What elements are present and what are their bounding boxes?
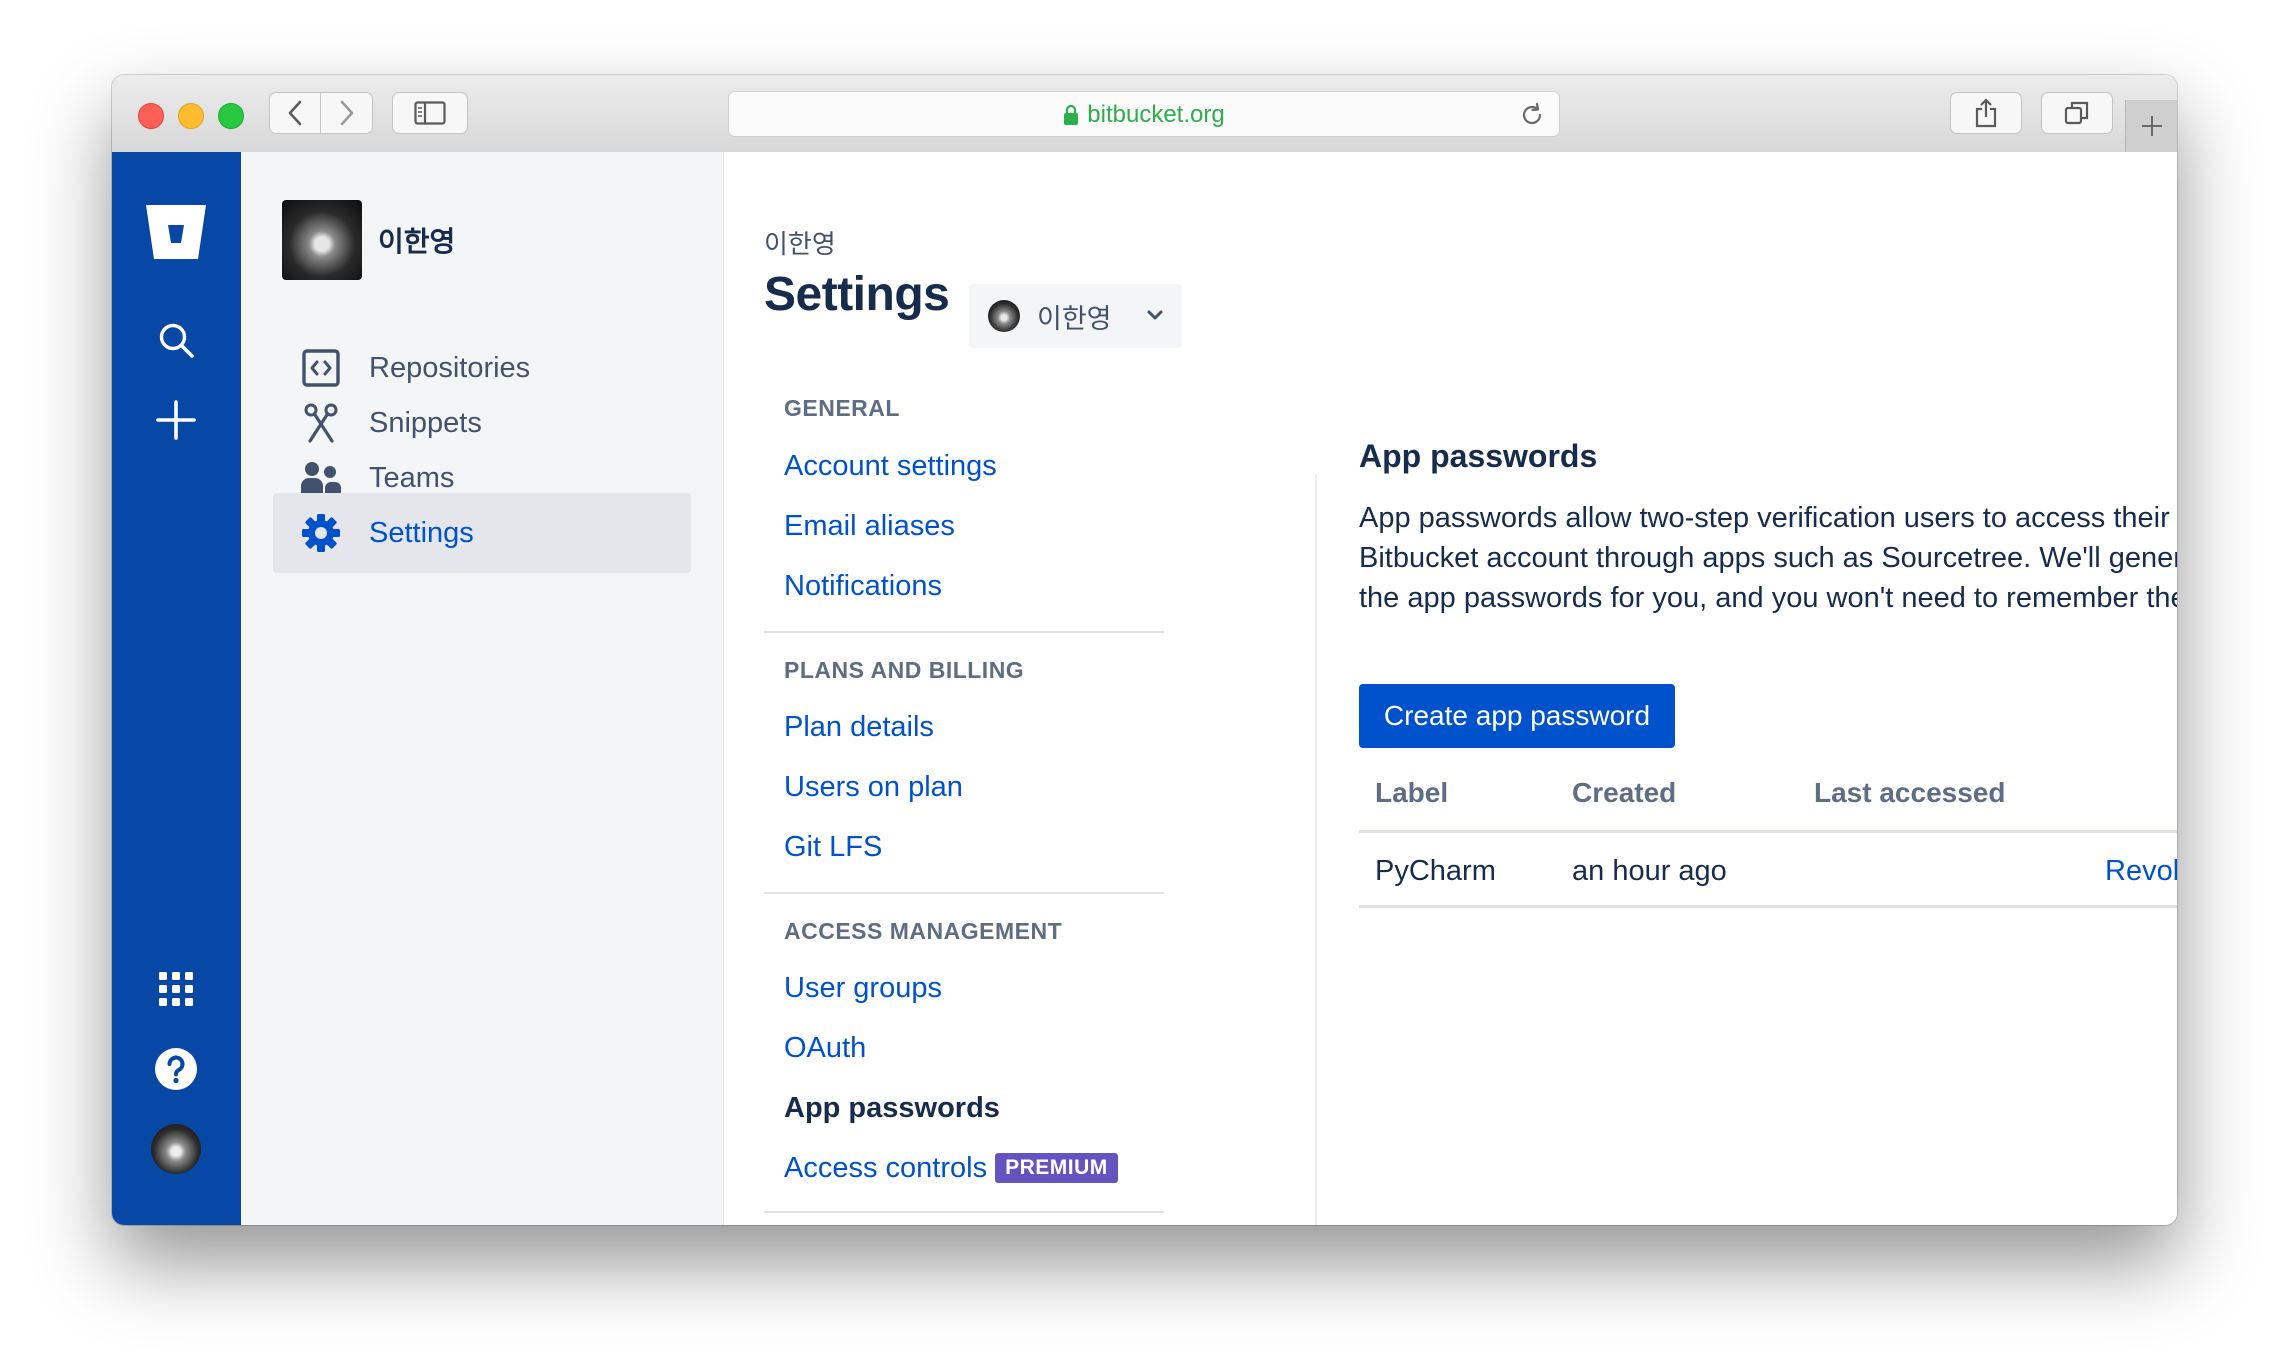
url-display: bitbucket.org (729, 92, 1559, 138)
nav-access-controls-label: Access controls (784, 1152, 988, 1184)
section-heading-access-management: ACCESS MANAGEMENT (784, 918, 1063, 944)
browser-window: bitbucket.org 이한영 Repositories Snippets … (112, 75, 2177, 1225)
column-header-last-accessed: Last accessed (1814, 777, 2006, 808)
close-window-button[interactable] (138, 103, 164, 129)
page-title: Settings (764, 268, 950, 321)
nav-user-groups[interactable]: User groups (784, 972, 942, 1005)
revoke-link[interactable]: Revoke (2105, 855, 2177, 888)
divider (764, 631, 1164, 633)
address-bar[interactable]: bitbucket.org (728, 91, 1560, 137)
plus-icon (156, 400, 196, 440)
section-heading-general: GENERAL (784, 395, 900, 421)
create-app-password-button[interactable]: Create app password (1359, 684, 1675, 748)
section-title: App passwords (1359, 438, 1598, 474)
people-icon (297, 460, 345, 496)
share-button[interactable] (1950, 92, 2022, 134)
sidebar-item-settings[interactable]: Settings (273, 493, 691, 573)
minimize-window-button[interactable] (178, 103, 204, 129)
create-button[interactable] (148, 392, 204, 448)
share-icon (1975, 98, 1997, 128)
nav-notifications[interactable]: Notifications (784, 570, 942, 603)
avatar (988, 300, 1020, 332)
table-header-divider (1359, 830, 2177, 833)
plus-icon (2141, 116, 2162, 136)
section-heading-plans-billing: PLANS AND BILLING (784, 657, 1025, 683)
nav-app-passwords[interactable]: App passwords (784, 1092, 1000, 1125)
sidebar-item-label: Teams (369, 461, 455, 494)
account-switcher-label: 이한영 (1037, 303, 1112, 334)
nav-oauth[interactable]: OAuth (784, 1032, 866, 1065)
divider (764, 1211, 1164, 1213)
sidebar-item-label: Snippets (369, 406, 482, 439)
sidebar-item-label: Settings (369, 516, 474, 549)
forward-button[interactable] (321, 92, 373, 134)
column-separator (1315, 474, 1317, 1225)
help-icon (155, 1048, 197, 1090)
cell-label: PyCharm (1375, 855, 1496, 887)
premium-badge: PREMIUM (995, 1153, 1118, 1183)
browser-toolbar: bitbucket.org (112, 75, 2177, 153)
url-text: bitbucket.org (1087, 101, 1225, 128)
global-navigation (112, 152, 241, 1225)
profile-avatar-button[interactable] (148, 1121, 204, 1177)
new-tab-button[interactable] (2125, 100, 2177, 152)
tabs-overview-button[interactable] (2041, 92, 2113, 134)
nav-plan-details[interactable]: Plan details (784, 711, 934, 744)
profile-name: 이한영 (378, 226, 456, 257)
scissors-icon (297, 403, 345, 443)
sidebar-profile[interactable]: 이한영 (282, 200, 455, 280)
sidebar: 이한영 Repositories Snippets Teams Settings (241, 152, 724, 1225)
section-description: App passwords allow two-step verificatio… (1359, 502, 2177, 614)
nav-account-settings[interactable]: Account settings (784, 450, 997, 483)
nav-access-controls[interactable]: Access controls PREMIUM (784, 1152, 1118, 1185)
chevron-right-icon (340, 100, 353, 126)
main-content: 이한영 Settings 이한영 GENERAL Account setting… (724, 152, 2177, 1225)
tabs-icon (2064, 101, 2089, 125)
nav-email-aliases[interactable]: Email aliases (784, 510, 955, 543)
nav-users-on-plan[interactable]: Users on plan (784, 771, 963, 804)
repositories-icon (297, 349, 345, 387)
sidebar-icon (414, 101, 446, 125)
cell-created: an hour ago (1572, 855, 1727, 887)
bitbucket-logo[interactable] (144, 204, 208, 260)
search-icon (159, 323, 194, 358)
history-nav (269, 92, 373, 134)
help-button[interactable] (148, 1041, 204, 1097)
sidebar-toggle-button[interactable] (392, 92, 468, 134)
avatar (151, 1124, 201, 1174)
app-switcher-button[interactable] (148, 961, 204, 1017)
column-header-label: Label (1375, 777, 1449, 808)
nav-git-lfs[interactable]: Git LFS (784, 831, 882, 864)
app-switcher-icon (159, 972, 193, 1006)
reload-icon[interactable] (1519, 102, 1545, 128)
table-row-divider (1359, 905, 2177, 908)
account-switcher[interactable]: 이한영 (969, 284, 1182, 348)
back-button[interactable] (269, 92, 321, 134)
divider (764, 892, 1164, 894)
search-button[interactable] (148, 312, 204, 368)
gear-icon (297, 513, 345, 553)
bitbucket-logo-icon (146, 205, 206, 259)
zoom-window-button[interactable] (218, 103, 244, 129)
avatar (282, 200, 362, 280)
column-header-created: Created (1572, 777, 1677, 808)
breadcrumb[interactable]: 이한영 (764, 224, 836, 261)
chevron-down-icon (1147, 310, 1163, 320)
chevron-left-icon (288, 100, 302, 126)
lock-icon (1064, 104, 1079, 125)
sidebar-item-label: Repositories (369, 351, 531, 384)
